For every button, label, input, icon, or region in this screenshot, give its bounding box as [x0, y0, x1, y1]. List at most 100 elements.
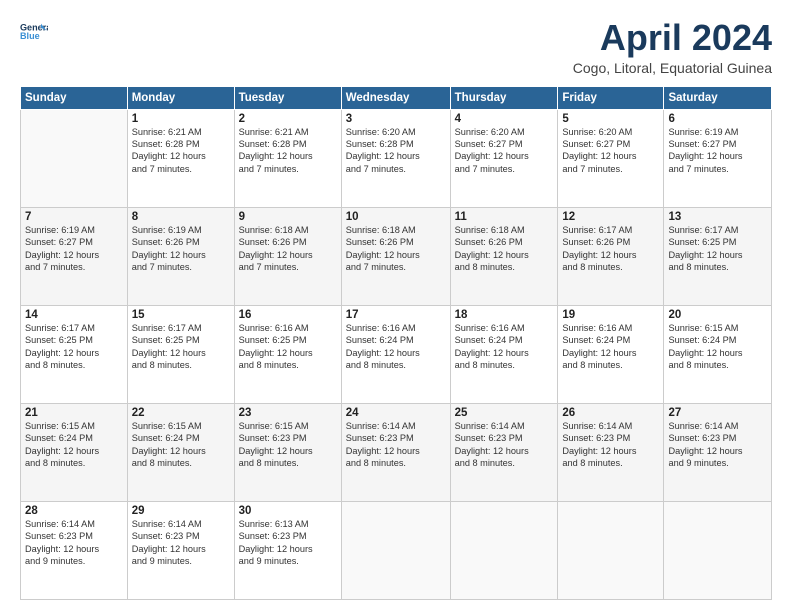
day-info: Sunrise: 6:20 AM Sunset: 6:27 PM Dayligh… [562, 126, 659, 176]
table-row: 5Sunrise: 6:20 AM Sunset: 6:27 PM Daylig… [558, 109, 664, 207]
day-number: 2 [239, 113, 337, 125]
calendar-header-row: Sunday Monday Tuesday Wednesday Thursday… [21, 86, 772, 109]
table-row: 27Sunrise: 6:14 AM Sunset: 6:23 PM Dayli… [664, 403, 772, 501]
table-row: 4Sunrise: 6:20 AM Sunset: 6:27 PM Daylig… [450, 109, 558, 207]
table-row: 16Sunrise: 6:16 AM Sunset: 6:25 PM Dayli… [234, 305, 341, 403]
day-number: 15 [132, 309, 230, 321]
day-number: 5 [562, 113, 659, 125]
day-info: Sunrise: 6:18 AM Sunset: 6:26 PM Dayligh… [239, 224, 337, 274]
day-info: Sunrise: 6:20 AM Sunset: 6:27 PM Dayligh… [455, 126, 554, 176]
day-number: 13 [668, 211, 767, 223]
col-wednesday: Wednesday [341, 86, 450, 109]
day-number: 9 [239, 211, 337, 223]
table-row [664, 501, 772, 599]
table-row [450, 501, 558, 599]
calendar-week-row: 1Sunrise: 6:21 AM Sunset: 6:28 PM Daylig… [21, 109, 772, 207]
table-row: 17Sunrise: 6:16 AM Sunset: 6:24 PM Dayli… [341, 305, 450, 403]
title-block: April 2024 Cogo, Litoral, Equatorial Gui… [573, 18, 772, 76]
day-info: Sunrise: 6:14 AM Sunset: 6:23 PM Dayligh… [346, 420, 446, 470]
day-info: Sunrise: 6:14 AM Sunset: 6:23 PM Dayligh… [25, 518, 123, 568]
table-row: 7Sunrise: 6:19 AM Sunset: 6:27 PM Daylig… [21, 207, 128, 305]
day-info: Sunrise: 6:14 AM Sunset: 6:23 PM Dayligh… [455, 420, 554, 470]
table-row [558, 501, 664, 599]
table-row: 18Sunrise: 6:16 AM Sunset: 6:24 PM Dayli… [450, 305, 558, 403]
day-number: 26 [562, 407, 659, 419]
table-row [21, 109, 128, 207]
calendar-week-row: 21Sunrise: 6:15 AM Sunset: 6:24 PM Dayli… [21, 403, 772, 501]
day-number: 6 [668, 113, 767, 125]
table-row: 3Sunrise: 6:20 AM Sunset: 6:28 PM Daylig… [341, 109, 450, 207]
table-row [341, 501, 450, 599]
day-info: Sunrise: 6:19 AM Sunset: 6:27 PM Dayligh… [25, 224, 123, 274]
day-number: 23 [239, 407, 337, 419]
col-saturday: Saturday [664, 86, 772, 109]
day-number: 12 [562, 211, 659, 223]
table-row: 13Sunrise: 6:17 AM Sunset: 6:25 PM Dayli… [664, 207, 772, 305]
table-row: 15Sunrise: 6:17 AM Sunset: 6:25 PM Dayli… [127, 305, 234, 403]
table-row: 2Sunrise: 6:21 AM Sunset: 6:28 PM Daylig… [234, 109, 341, 207]
day-info: Sunrise: 6:19 AM Sunset: 6:26 PM Dayligh… [132, 224, 230, 274]
table-row: 26Sunrise: 6:14 AM Sunset: 6:23 PM Dayli… [558, 403, 664, 501]
col-monday: Monday [127, 86, 234, 109]
day-number: 11 [455, 211, 554, 223]
day-info: Sunrise: 6:15 AM Sunset: 6:23 PM Dayligh… [239, 420, 337, 470]
day-info: Sunrise: 6:17 AM Sunset: 6:25 PM Dayligh… [668, 224, 767, 274]
table-row: 8Sunrise: 6:19 AM Sunset: 6:26 PM Daylig… [127, 207, 234, 305]
day-info: Sunrise: 6:14 AM Sunset: 6:23 PM Dayligh… [668, 420, 767, 470]
day-number: 8 [132, 211, 230, 223]
logo-icon: General Blue [20, 18, 48, 46]
table-row: 28Sunrise: 6:14 AM Sunset: 6:23 PM Dayli… [21, 501, 128, 599]
day-number: 1 [132, 113, 230, 125]
day-number: 18 [455, 309, 554, 321]
table-row: 23Sunrise: 6:15 AM Sunset: 6:23 PM Dayli… [234, 403, 341, 501]
header: General Blue April 2024 Cogo, Litoral, E… [20, 18, 772, 76]
day-info: Sunrise: 6:20 AM Sunset: 6:28 PM Dayligh… [346, 126, 446, 176]
day-info: Sunrise: 6:16 AM Sunset: 6:24 PM Dayligh… [455, 322, 554, 372]
table-row: 19Sunrise: 6:16 AM Sunset: 6:24 PM Dayli… [558, 305, 664, 403]
subtitle: Cogo, Litoral, Equatorial Guinea [573, 60, 772, 76]
day-number: 4 [455, 113, 554, 125]
table-row: 29Sunrise: 6:14 AM Sunset: 6:23 PM Dayli… [127, 501, 234, 599]
day-info: Sunrise: 6:18 AM Sunset: 6:26 PM Dayligh… [346, 224, 446, 274]
calendar-week-row: 28Sunrise: 6:14 AM Sunset: 6:23 PM Dayli… [21, 501, 772, 599]
table-row: 9Sunrise: 6:18 AM Sunset: 6:26 PM Daylig… [234, 207, 341, 305]
day-info: Sunrise: 6:14 AM Sunset: 6:23 PM Dayligh… [132, 518, 230, 568]
col-thursday: Thursday [450, 86, 558, 109]
svg-text:Blue: Blue [20, 31, 40, 41]
main-title: April 2024 [573, 18, 772, 58]
day-number: 17 [346, 309, 446, 321]
day-number: 24 [346, 407, 446, 419]
table-row: 12Sunrise: 6:17 AM Sunset: 6:26 PM Dayli… [558, 207, 664, 305]
day-info: Sunrise: 6:16 AM Sunset: 6:25 PM Dayligh… [239, 322, 337, 372]
table-row: 20Sunrise: 6:15 AM Sunset: 6:24 PM Dayli… [664, 305, 772, 403]
day-info: Sunrise: 6:15 AM Sunset: 6:24 PM Dayligh… [25, 420, 123, 470]
col-friday: Friday [558, 86, 664, 109]
logo: General Blue [20, 18, 48, 46]
day-info: Sunrise: 6:18 AM Sunset: 6:26 PM Dayligh… [455, 224, 554, 274]
day-info: Sunrise: 6:16 AM Sunset: 6:24 PM Dayligh… [346, 322, 446, 372]
day-number: 22 [132, 407, 230, 419]
day-info: Sunrise: 6:15 AM Sunset: 6:24 PM Dayligh… [132, 420, 230, 470]
day-info: Sunrise: 6:19 AM Sunset: 6:27 PM Dayligh… [668, 126, 767, 176]
day-number: 3 [346, 113, 446, 125]
table-row: 22Sunrise: 6:15 AM Sunset: 6:24 PM Dayli… [127, 403, 234, 501]
day-info: Sunrise: 6:13 AM Sunset: 6:23 PM Dayligh… [239, 518, 337, 568]
table-row: 14Sunrise: 6:17 AM Sunset: 6:25 PM Dayli… [21, 305, 128, 403]
day-info: Sunrise: 6:21 AM Sunset: 6:28 PM Dayligh… [132, 126, 230, 176]
day-number: 29 [132, 505, 230, 517]
day-info: Sunrise: 6:16 AM Sunset: 6:24 PM Dayligh… [562, 322, 659, 372]
calendar-week-row: 7Sunrise: 6:19 AM Sunset: 6:27 PM Daylig… [21, 207, 772, 305]
day-number: 14 [25, 309, 123, 321]
table-row: 21Sunrise: 6:15 AM Sunset: 6:24 PM Dayli… [21, 403, 128, 501]
day-number: 20 [668, 309, 767, 321]
day-number: 27 [668, 407, 767, 419]
table-row: 24Sunrise: 6:14 AM Sunset: 6:23 PM Dayli… [341, 403, 450, 501]
table-row: 30Sunrise: 6:13 AM Sunset: 6:23 PM Dayli… [234, 501, 341, 599]
col-sunday: Sunday [21, 86, 128, 109]
table-row: 6Sunrise: 6:19 AM Sunset: 6:27 PM Daylig… [664, 109, 772, 207]
day-number: 21 [25, 407, 123, 419]
calendar-week-row: 14Sunrise: 6:17 AM Sunset: 6:25 PM Dayli… [21, 305, 772, 403]
table-row: 11Sunrise: 6:18 AM Sunset: 6:26 PM Dayli… [450, 207, 558, 305]
day-info: Sunrise: 6:21 AM Sunset: 6:28 PM Dayligh… [239, 126, 337, 176]
day-info: Sunrise: 6:15 AM Sunset: 6:24 PM Dayligh… [668, 322, 767, 372]
